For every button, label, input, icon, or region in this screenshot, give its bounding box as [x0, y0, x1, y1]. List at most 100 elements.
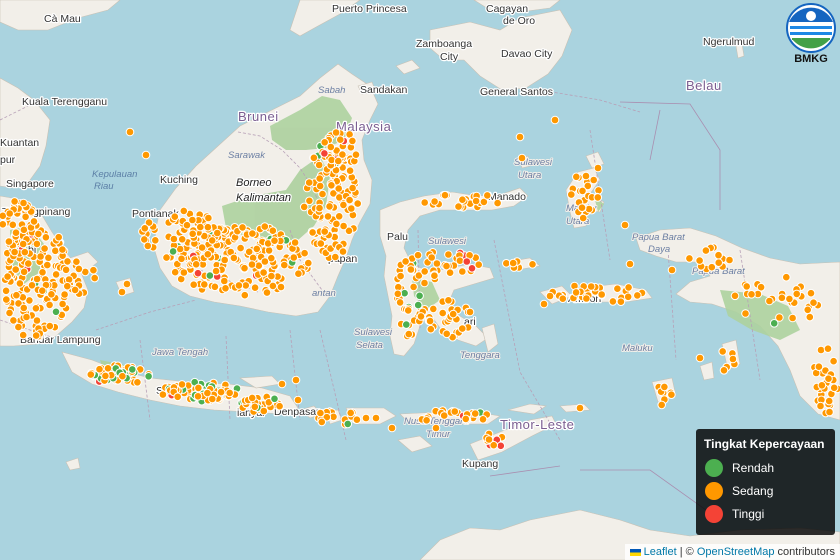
hotspot-marker[interactable] — [316, 239, 326, 248]
hotspot-marker[interactable] — [216, 387, 226, 397]
hotspot-marker[interactable] — [221, 284, 230, 293]
hotspot-marker[interactable] — [4, 237, 14, 246]
hotspot-marker[interactable] — [5, 209, 14, 218]
hotspot-marker[interactable] — [825, 407, 834, 417]
hotspot-marker[interactable] — [20, 247, 30, 257]
hotspot-marker[interactable] — [41, 233, 51, 242]
hotspot-marker[interactable] — [335, 193, 344, 202]
hotspot-marker[interactable] — [431, 423, 441, 433]
hotspot-marker[interactable] — [294, 269, 303, 279]
hotspot-marker[interactable] — [345, 195, 354, 205]
hotspot-marker[interactable] — [10, 247, 19, 257]
hotspot-marker[interactable] — [332, 219, 341, 229]
hotspot-marker[interactable] — [581, 171, 591, 181]
hotspot-marker[interactable] — [429, 304, 438, 314]
hotspot-marker[interactable] — [293, 395, 303, 405]
hotspot-marker[interactable] — [250, 402, 260, 412]
hotspot-marker[interactable] — [45, 321, 55, 331]
hotspot-marker[interactable] — [824, 396, 834, 406]
hotspot-marker[interactable] — [442, 329, 452, 339]
hotspot-marker[interactable] — [430, 271, 439, 281]
hotspot-marker[interactable] — [714, 250, 723, 260]
hotspot-marker[interactable] — [685, 254, 694, 263]
hotspot-marker[interactable] — [331, 252, 340, 262]
hotspot-marker[interactable] — [248, 229, 257, 238]
hotspot-marker[interactable] — [393, 289, 403, 299]
hotspot-marker[interactable] — [22, 312, 31, 322]
hotspot-marker[interactable] — [823, 344, 833, 354]
hotspot-marker[interactable] — [741, 309, 750, 318]
hotspot-marker[interactable] — [1, 286, 11, 296]
hotspot-marker[interactable] — [158, 390, 168, 399]
hotspot-marker[interactable] — [402, 320, 411, 329]
hotspot-marker[interactable] — [814, 362, 824, 372]
hotspot-marker[interactable] — [769, 319, 779, 328]
hotspot-marker[interactable] — [208, 394, 217, 404]
hotspot-marker[interactable] — [204, 213, 213, 223]
hotspot-marker[interactable] — [785, 294, 794, 304]
hotspot-marker[interactable] — [347, 204, 356, 213]
hotspot-marker[interactable] — [320, 227, 330, 236]
hotspot-marker[interactable] — [461, 414, 471, 424]
hotspot-marker[interactable] — [304, 178, 314, 187]
hotspot-marker[interactable] — [571, 288, 581, 297]
hotspot-marker[interactable] — [445, 268, 455, 278]
hotspot-marker[interactable] — [747, 290, 756, 299]
hotspot-marker[interactable] — [327, 181, 336, 190]
hotspot-marker[interactable] — [625, 259, 635, 269]
hotspot-marker[interactable] — [314, 160, 324, 170]
hotspot-marker[interactable] — [32, 316, 42, 325]
hotspot-marker[interactable] — [416, 312, 426, 321]
hotspot-marker[interactable] — [188, 215, 197, 225]
hotspot-marker[interactable] — [308, 228, 317, 237]
hotspot-marker[interactable] — [291, 375, 301, 385]
hotspot-marker[interactable] — [816, 345, 826, 355]
hotspot-marker[interactable] — [168, 247, 178, 256]
hotspot-marker[interactable] — [550, 115, 560, 125]
hotspot-marker[interactable] — [12, 290, 21, 300]
hotspot-marker[interactable] — [189, 280, 198, 290]
hotspot-marker[interactable] — [179, 268, 189, 277]
hotspot-marker[interactable] — [701, 246, 711, 255]
hotspot-marker[interactable] — [343, 419, 353, 429]
hotspot-marker[interactable] — [320, 149, 329, 158]
hotspot-marker[interactable] — [577, 203, 587, 212]
hotspot-marker[interactable] — [143, 241, 153, 251]
hotspot-marker[interactable] — [210, 282, 220, 292]
hotspot-marker[interactable] — [51, 246, 60, 256]
hotspot-marker[interactable] — [141, 150, 151, 160]
hotspot-marker[interactable] — [125, 127, 135, 137]
hotspot-marker[interactable] — [29, 217, 39, 226]
hotspot-marker[interactable] — [203, 250, 213, 259]
hotspot-marker[interactable] — [545, 291, 555, 301]
hotspot-marker[interactable] — [616, 297, 626, 307]
hotspot-marker[interactable] — [406, 265, 416, 274]
hotspot-marker[interactable] — [211, 266, 221, 276]
hotspot-marker[interactable] — [742, 282, 752, 291]
hotspot-marker[interactable] — [336, 135, 345, 144]
hotspot-marker[interactable] — [275, 401, 284, 411]
hotspot-marker[interactable] — [264, 246, 274, 255]
hotspot-marker[interactable] — [194, 383, 203, 393]
hotspot-marker[interactable] — [413, 250, 423, 260]
hotspot-marker[interactable] — [54, 232, 64, 242]
hotspot-marker[interactable] — [829, 383, 839, 393]
hotspot-marker[interactable] — [777, 293, 787, 303]
hotspot-marker[interactable] — [270, 394, 279, 404]
hotspot-marker[interactable] — [422, 416, 431, 425]
hotspot-marker[interactable] — [15, 279, 25, 288]
hotspot-marker[interactable] — [38, 286, 47, 296]
hotspot-marker[interactable] — [660, 382, 669, 392]
hotspot-marker[interactable] — [420, 198, 430, 207]
hotspot-marker[interactable] — [234, 281, 244, 290]
hotspot-marker[interactable] — [467, 264, 477, 273]
hotspot-marker[interactable] — [539, 299, 549, 309]
hotspot-marker[interactable] — [133, 378, 142, 387]
hotspot-marker[interactable] — [471, 196, 481, 206]
hotspot-marker[interactable] — [695, 353, 705, 363]
hotspot-marker[interactable] — [623, 292, 633, 302]
hotspot-marker[interactable] — [259, 268, 268, 277]
hotspot-marker[interactable] — [593, 193, 603, 202]
hotspot-marker[interactable] — [584, 204, 594, 214]
hotspot-marker[interactable] — [788, 313, 797, 323]
